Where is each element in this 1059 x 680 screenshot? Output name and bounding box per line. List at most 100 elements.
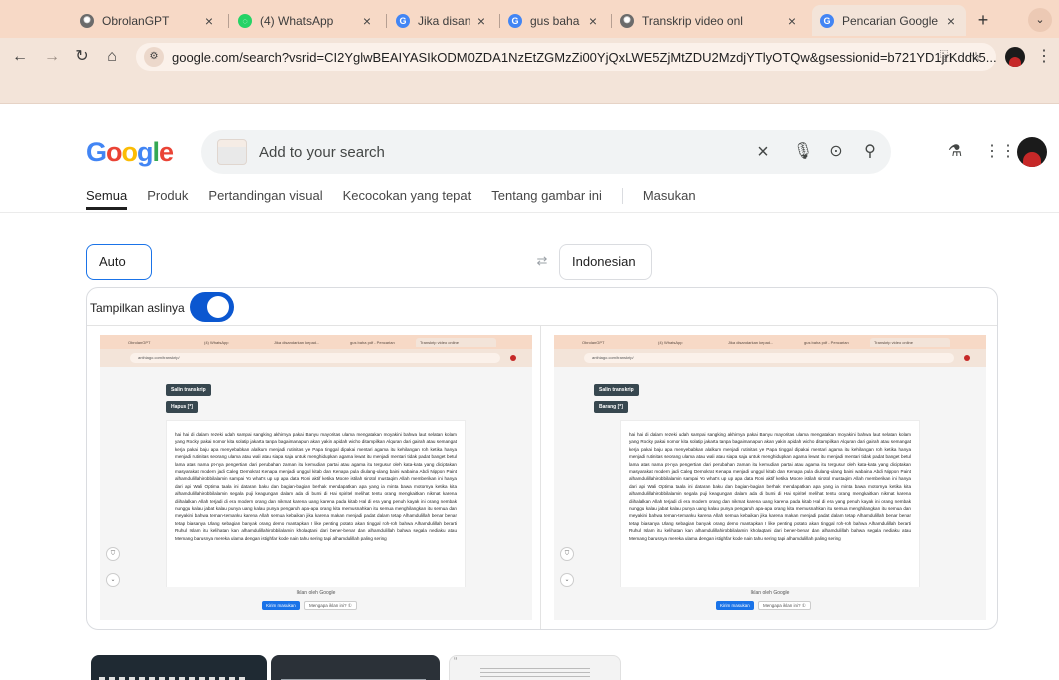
translate-page-icon[interactable]: ⿻ (936, 47, 956, 67)
mini-tab: Transkrip video online (870, 338, 950, 347)
logo-letter: G (86, 137, 107, 167)
source-language-label: Auto (99, 254, 126, 269)
tab-masukan[interactable]: Masukan (643, 186, 696, 210)
mini-tab-strip: ObrolanGPT (4) WhatsApp Jika disandarkan… (100, 335, 532, 349)
tab-semua[interactable]: Semua (86, 186, 128, 210)
url-text: google.com/search?vsrid=CI2YglwBEAIYASIk… (171, 49, 996, 65)
tab-title: Pencarian Google (842, 13, 939, 28)
mini-tab: gus baha pdf - Pencarian (350, 340, 395, 345)
mini-tab: Jika disandarkan kepad... (728, 340, 774, 345)
lens-camera-icon[interactable]: ⊙ (825, 141, 847, 163)
tab-whatsapp[interactable]: ◌ (4) WhatsApp × (230, 5, 382, 36)
tab-tentang-gambar-ini[interactable]: Tentang gambar ini (491, 186, 602, 210)
transcript-text: hai hai di dalam rezeki udah sampai sang… (175, 432, 457, 541)
search-box[interactable]: Add to your search × 🎙 ⊙ ⚲ (201, 130, 891, 174)
google-favicon-icon: G (396, 13, 410, 28)
bookmark-star-icon[interactable]: ☆ (966, 47, 986, 67)
close-tab-icon[interactable]: × (360, 13, 374, 29)
header-divider (0, 212, 1059, 213)
tab-separator (386, 14, 387, 28)
tab-kecocokan-yang-tepat[interactable]: Kecocokan yang tepat (343, 186, 472, 210)
mini-url: anthiago.com/transkrip/ (584, 353, 954, 363)
tab-obrolangpt[interactable]: ✺ ObrolanGPT × (72, 5, 224, 36)
swap-languages-icon[interactable]: ⇄ (532, 251, 552, 271)
close-tab-icon[interactable]: × (785, 13, 799, 29)
mini-tab: (4) WhatsApp (658, 340, 683, 345)
target-language-label: Indonesian (572, 254, 636, 269)
close-tab-icon[interactable]: × (202, 13, 216, 29)
browser-tab-strip: ✺ ObrolanGPT × ◌ (4) WhatsApp × G Jika d… (0, 0, 1059, 38)
mini-tab: Jika disandarkan kepad... (274, 340, 320, 345)
new-tab-button[interactable]: + (972, 9, 994, 31)
mini-tab: (4) WhatsApp (204, 340, 229, 345)
close-tab-icon[interactable]: × (474, 13, 488, 29)
apps-grid-icon[interactable]: ⋮⋮ (984, 141, 1016, 163)
back-arrow-icon[interactable]: ← (10, 47, 30, 67)
browser-toolbar: ← → ↻ ⌂ ⚙ google.com/search?vsrid=CI2Ygl… (0, 38, 1059, 76)
mini-tab: Transkrip video online (416, 338, 496, 347)
google-account-avatar[interactable] (1017, 137, 1047, 167)
browser-menu-icon[interactable]: ⋮ (1036, 47, 1052, 67)
copy-transcript-button: Salin transkrip (594, 384, 639, 396)
tab-gus-baha-pdf[interactable]: G gus baha pdf - Pen × (500, 5, 608, 36)
logo-letter: o (121, 137, 138, 167)
address-bar[interactable]: ⚙ google.com/search?vsrid=CI2YglwBEAIYAS… (136, 43, 996, 71)
tab-pertandingan-visual[interactable]: Pertandingan visual (208, 186, 322, 210)
forward-arrow-icon[interactable]: → (42, 47, 62, 67)
original-image-panel[interactable]: ObrolanGPT (4) WhatsApp Jika disandarkan… (100, 335, 532, 620)
search-input[interactable]: Add to your search (259, 144, 385, 161)
shield-icon: ⛉ (560, 547, 574, 561)
why-this-ad-button: Mengapa iklan ini? ① (758, 601, 811, 610)
send-feedback-button: Kirim masukan (716, 601, 754, 610)
target-language-select[interactable]: Indonesian ▼ (559, 244, 652, 302)
google-logo[interactable]: Google (86, 137, 174, 168)
google-favicon-icon: G (508, 13, 522, 28)
search-filter-tabs: Semua Produk Pertandingan visual Kecocok… (86, 186, 716, 212)
mini-tab: gus baha pdf - Pencarian (804, 340, 849, 345)
clear-search-icon[interactable]: × (752, 141, 774, 163)
card-divider (87, 325, 997, 326)
obrolangpt-favicon-icon: ✺ (80, 13, 94, 28)
mini-tab-strip: ObrolanGPT (4) WhatsApp Jika disandarkan… (554, 335, 986, 349)
tab-separator (228, 14, 229, 28)
labs-flask-icon[interactable]: ⚗ (944, 141, 966, 163)
transcript-document: hai hai di dalam rezeki udah sampai sang… (620, 420, 920, 592)
ads-by-google-label: Iklan oleh Google (296, 590, 336, 596)
reload-icon[interactable]: ↻ (72, 47, 92, 67)
site-settings-icon[interactable]: ⚙ (144, 47, 164, 67)
logo-letter: e (159, 137, 174, 167)
result-thumbnail[interactable] (91, 655, 267, 680)
voice-search-mic-icon[interactable]: 🎙 (792, 141, 814, 163)
tab-divider (621, 188, 623, 204)
tab-pencarian-google[interactable]: G Pencarian Google × (812, 5, 966, 36)
result-thumbnail[interactable] (449, 655, 621, 680)
tab-produk[interactable]: Produk (147, 186, 188, 210)
infobar-area (0, 76, 1059, 104)
home-icon[interactable]: ⌂ (102, 47, 122, 67)
mini-tab: ObrolanGPT (128, 340, 151, 345)
search-icon[interactable]: ⚲ (859, 141, 881, 163)
tab-jika-disandarkan[interactable]: G Jika disandarkan k × (388, 5, 496, 36)
logo-letter: o (106, 137, 122, 167)
mini-profile-icon (964, 355, 970, 361)
tab-title: Transkrip video onl (642, 13, 743, 28)
transcript-text: hai hai di dalam rezeki udah sampai sang… (629, 432, 911, 541)
show-original-toggle[interactable] (190, 292, 234, 322)
logo-letter: g (137, 137, 153, 167)
close-tab-icon[interactable]: × (586, 13, 600, 29)
tab-transkrip-video[interactable]: ✺ Transkrip video onl × (612, 5, 807, 36)
source-language-select[interactable]: Auto ▼ (86, 244, 152, 302)
result-thumbnail[interactable] (271, 655, 440, 680)
mini-url: anthiago.com/transkrip/ (130, 353, 500, 363)
shield-icon: ⛉ (106, 547, 120, 561)
clear-button: Barang [*] (594, 401, 628, 413)
send-feedback-button: Kirim masukan (262, 601, 300, 610)
transkrip-favicon-icon: ✺ (620, 13, 634, 28)
browser-profile-avatar[interactable] (1005, 47, 1025, 67)
close-tab-icon[interactable]: × (944, 13, 958, 29)
tab-search-chevron-icon[interactable]: ⌄ (1028, 8, 1052, 32)
chevron-down-icon: ⌄ (106, 573, 120, 587)
tab-title: gus baha pdf - Pen (530, 13, 582, 28)
query-image-thumbnail[interactable] (217, 139, 247, 165)
translated-image-panel[interactable]: ObrolanGPT (4) WhatsApp Jika disandarkan… (554, 335, 986, 620)
